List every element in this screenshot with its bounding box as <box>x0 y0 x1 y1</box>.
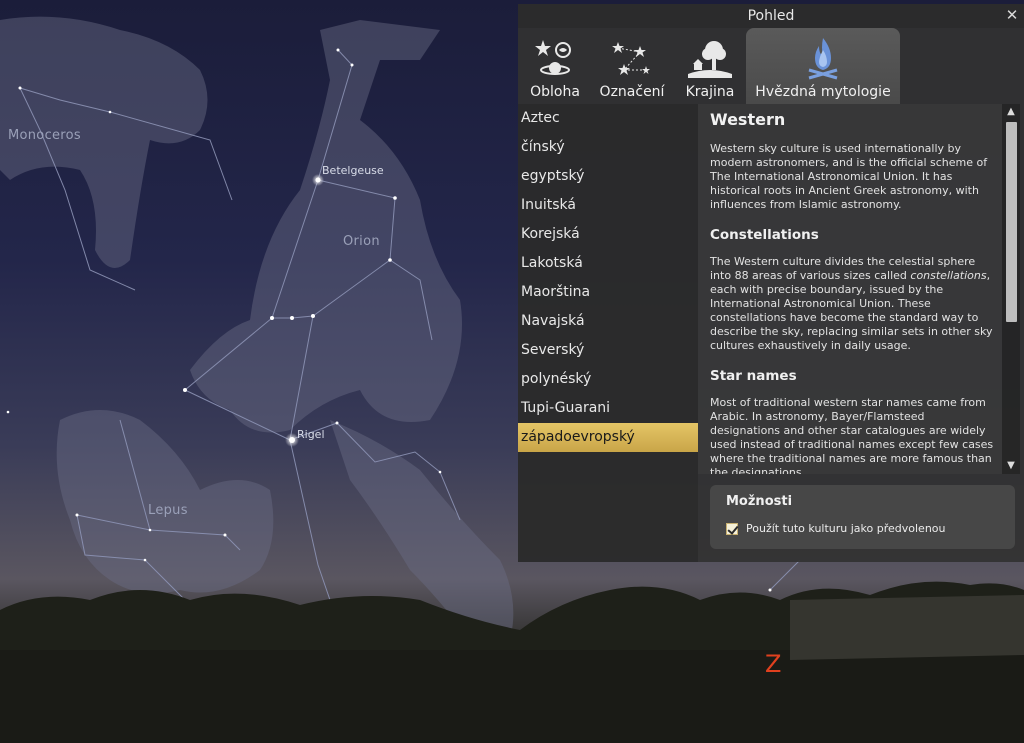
view-dialog: Pohled ✕ Obloha Označení Krajina Hvězdná… <box>518 4 1024 562</box>
list-item[interactable]: polynéský <box>518 365 698 394</box>
cardinal-west-marker: Z <box>765 650 782 678</box>
use-as-default-label[interactable]: Použít tuto kulturu jako předvolenou <box>746 522 946 535</box>
list-item[interactable]: Navajská <box>518 307 698 336</box>
list-item[interactable]: Maorština <box>518 278 698 307</box>
constellation-label-monoceros: Monoceros <box>8 128 81 143</box>
description-intro: Western sky culture is used internationa… <box>710 142 988 211</box>
landscape-icon <box>688 41 732 78</box>
star-names-heading: Star names <box>710 368 797 384</box>
sky-icon <box>535 40 571 75</box>
list-item[interactable]: Korejská <box>518 220 698 249</box>
constellations-text: The Western culture divides the celestia… <box>710 255 993 352</box>
tab-sky[interactable]: Obloha <box>520 28 590 104</box>
description-scrollbar[interactable]: ▲ ▼ <box>1002 104 1020 474</box>
list-item[interactable]: Tupi-Guarani <box>518 394 698 423</box>
scroll-thumb[interactable] <box>1006 122 1017 322</box>
tab-landscape[interactable]: Krajina <box>678 28 742 104</box>
sky-culture-list: Aztec čínský egyptský Inuitská Korejská … <box>518 104 698 562</box>
scroll-down-icon[interactable]: ▼ <box>1002 458 1020 474</box>
list-item[interactable]: Severský <box>518 336 698 365</box>
star-label-rigel: Rigel <box>297 428 325 441</box>
constellation-art <box>0 16 514 640</box>
dialog-title: Pohled <box>747 8 795 24</box>
culture-description[interactable]: Western Western sky culture is used inte… <box>698 104 1002 474</box>
list-item[interactable]: egyptský <box>518 162 698 191</box>
list-item-selected[interactable]: západoevropský <box>518 423 698 452</box>
options-title: Možnosti <box>726 494 793 509</box>
list-item[interactable]: čínský <box>518 133 698 162</box>
star-label-betelgeuse: Betelgeuse <box>322 164 384 177</box>
tab-bar: Obloha Označení Krajina Hvězdná mytologi… <box>518 28 1024 104</box>
scroll-up-icon[interactable]: ▲ <box>1002 104 1020 120</box>
constellations-heading: Constellations <box>710 227 819 243</box>
tab-landscape-label: Krajina <box>685 84 735 100</box>
tab-markings[interactable]: Označení <box>594 28 670 104</box>
list-item[interactable]: Lakotská <box>518 249 698 278</box>
tab-starlore[interactable]: Hvězdná mytologie <box>746 28 900 104</box>
markings-icon <box>612 42 650 75</box>
constellation-label-orion: Orion <box>343 234 380 249</box>
close-icon[interactable]: ✕ <box>1004 7 1020 23</box>
tab-starlore-label: Hvězdná mytologie <box>755 84 891 100</box>
list-item[interactable]: Inuitská <box>518 191 698 220</box>
star-names-text: Most of traditional western star names c… <box>710 396 994 474</box>
starlore-icon <box>808 38 838 80</box>
dialog-titlebar[interactable]: Pohled <box>518 4 1024 28</box>
constellation-label-lepus: Lepus <box>148 503 188 518</box>
use-as-default-checkbox[interactable] <box>726 523 738 535</box>
options-panel: Možnosti Použít tuto kulturu jako předvo… <box>710 485 1015 549</box>
description-title: Western <box>710 110 786 129</box>
tab-markings-label: Označení <box>599 84 665 100</box>
list-item[interactable]: Aztec <box>518 104 698 133</box>
tab-sky-label: Obloha <box>530 84 580 100</box>
